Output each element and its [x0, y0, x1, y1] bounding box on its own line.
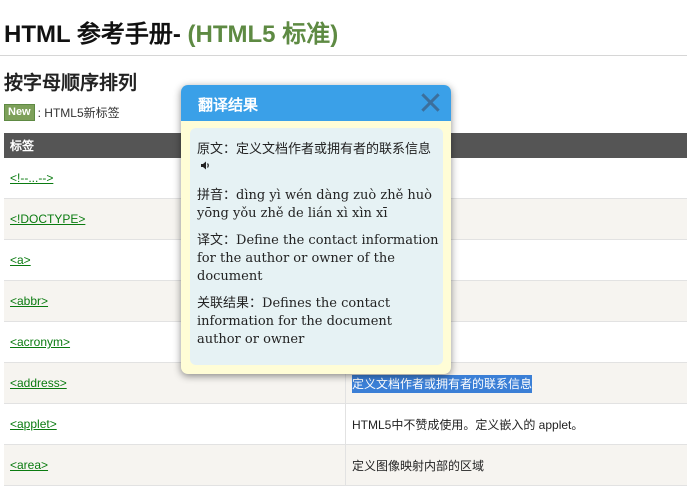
new-badge: New: [4, 104, 35, 121]
section-title: 按字母顺序排列: [4, 73, 138, 94]
close-icon[interactable]: [418, 90, 442, 114]
pinyin-label: 拼音：: [197, 187, 237, 203]
tag-link-area[interactable]: <area>: [10, 458, 48, 472]
page-title-highlight: (HTML5 标准): [187, 21, 339, 48]
tag-cell: <applet>: [4, 403, 346, 445]
tag-link-comment[interactable]: <!--...-->: [10, 171, 53, 185]
pinyin-section: 拼音：dìng yì wén dàng zuò zhě huò yōng yǒu…: [197, 187, 439, 223]
popup-body: 原文：定义文档作者或拥有者的联系信息 拼音：dìng yì wén dàng z…: [190, 128, 443, 365]
tag-link-abbr[interactable]: <abbr>: [10, 294, 48, 308]
speaker-icon[interactable]: [200, 159, 211, 177]
tag-link-address[interactable]: <address>: [10, 376, 67, 390]
tag-link-doctype[interactable]: <!DOCTYPE>: [10, 212, 85, 226]
tag-link-acronym[interactable]: <acronym>: [10, 335, 70, 349]
new-legend: New : HTML5新标签: [4, 104, 120, 121]
selected-text[interactable]: 定义文档作者或拥有者的联系信息: [352, 374, 533, 393]
tag-link-applet[interactable]: <applet>: [10, 417, 57, 431]
related-section: 关联结果：Defines the contact information for…: [197, 295, 439, 349]
popup-title: 翻译结果: [198, 97, 259, 114]
related-label: 关联结果：: [197, 295, 263, 311]
translation-section: 译文：Define the contact information for th…: [197, 232, 439, 286]
translation-popup: 翻译结果 原文：定义文档作者或拥有者的联系信息 拼音：dìng yì wén d…: [181, 85, 451, 374]
new-legend-text: : HTML5新标签: [37, 106, 120, 120]
original-section: 原文：定义文档作者或拥有者的联系信息: [197, 141, 439, 178]
popup-header: 翻译结果: [181, 85, 451, 121]
tag-link-a[interactable]: <a>: [10, 253, 31, 267]
page-title: HTML 参考手册- (HTML5 标准): [4, 14, 338, 49]
table-row: <area> 定义图像映射内部的区域: [4, 444, 687, 486]
desc-cell: HTML5中不赞成使用。定义嵌入的 applet。: [345, 403, 687, 445]
page-title-main: HTML 参考手册-: [4, 21, 188, 48]
table-row: <applet> HTML5中不赞成使用。定义嵌入的 applet。: [4, 403, 687, 445]
original-label: 原文：: [197, 142, 237, 157]
tag-cell: <area>: [4, 444, 346, 486]
desc-cell: 定义图像映射内部的区域: [345, 444, 687, 486]
original-text: 定义文档作者或拥有者的联系信息: [236, 142, 432, 157]
translation-label: 译文：: [197, 232, 237, 248]
title-divider: [0, 55, 687, 56]
